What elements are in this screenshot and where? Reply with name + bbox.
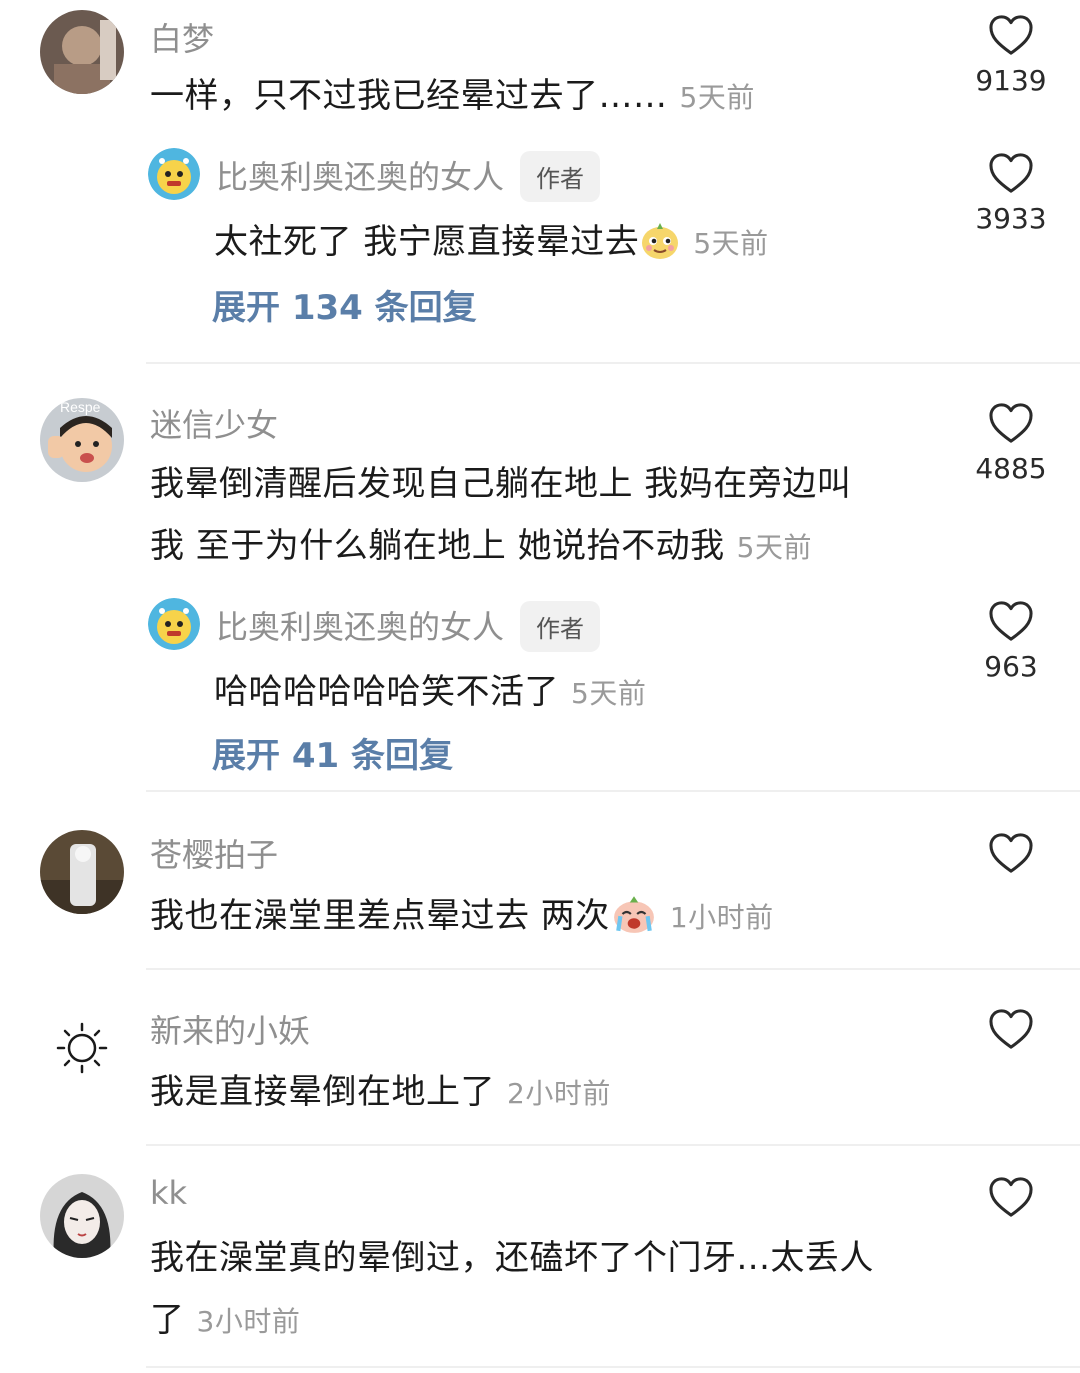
reply-text: 哈哈哈哈哈哈笑不活了 5天前 (214, 664, 646, 713)
heart-outline-icon[interactable] (988, 1176, 1034, 1218)
like-count: 963 (984, 650, 1038, 683)
like-button[interactable] (988, 1008, 1034, 1054)
comment-text: 我是直接晕倒在地上了 2小时前 (150, 1064, 611, 1113)
comment-time: 5天前 (736, 531, 812, 564)
comment-time: 5天前 (679, 81, 755, 114)
smug-face-emoji (642, 223, 679, 259)
reply-username-text[interactable]: 比奥利奥还奥的女人 (216, 608, 504, 646)
comment-body: 我也在澡堂里差点晕过去 两次 (150, 896, 610, 936)
divider (146, 790, 1080, 792)
heart-outline-icon[interactable] (988, 832, 1034, 874)
comment-body-line1: 我在澡堂真的晕倒过，还磕坏了个门牙...太丢人 (150, 1238, 874, 1278)
reply-username: 比奥利奥还奥的女人 作者 (216, 600, 601, 655)
comment-body-line2: 了 (150, 1300, 185, 1340)
sun-icon (56, 1022, 108, 1074)
comment-username[interactable]: 新来的小妖 (150, 1006, 310, 1052)
like-button[interactable] (988, 600, 1034, 646)
heart-outline-icon[interactable] (988, 1008, 1034, 1050)
like-count: 3933 (975, 202, 1047, 235)
avatar[interactable] (40, 830, 124, 914)
comment-time: 2小时前 (507, 1077, 611, 1110)
expand-replies-button[interactable]: 展开 41 条回复 (212, 728, 453, 777)
crying-face-emoji (613, 896, 654, 933)
comment-body-line1: 我晕倒清醒后发现自己躺在地上 我妈在旁边叫 (150, 464, 852, 504)
like-button[interactable] (988, 152, 1034, 198)
divider (146, 362, 1080, 364)
comment-text: 了 3小时前 (150, 1292, 300, 1341)
avatar[interactable]: Respe (40, 398, 124, 482)
divider (146, 1366, 1080, 1368)
like-button[interactable] (988, 1176, 1034, 1222)
divider (146, 968, 1080, 970)
comment-time: 3小时前 (196, 1305, 301, 1338)
reply-avatar[interactable] (148, 148, 200, 200)
heart-outline-icon[interactable] (988, 402, 1034, 444)
avatar-text: Respe (60, 399, 101, 415)
divider (146, 1144, 1080, 1146)
reply-username-text[interactable]: 比奥利奥还奥的女人 (216, 158, 504, 196)
comment-text: 我 至于为什么躺在地上 她说抬不动我 5天前 (150, 518, 812, 567)
reply-time: 5天前 (571, 677, 647, 710)
like-button[interactable] (988, 14, 1034, 60)
comment-text: 我也在澡堂里差点晕过去 两次 1小时前 (150, 888, 774, 937)
avatar[interactable] (40, 1006, 124, 1090)
reply-avatar[interactable] (148, 598, 200, 650)
comment-body-line2: 我 至于为什么躺在地上 她说抬不动我 (150, 526, 725, 566)
reply-time: 5天前 (693, 227, 769, 260)
avatar[interactable] (40, 1174, 124, 1258)
avatar[interactable] (40, 10, 124, 94)
comment-body: 一样，只不过我已经晕过去了…… (150, 76, 668, 116)
comment-username[interactable]: 白梦 (150, 14, 214, 60)
heart-outline-icon[interactable] (988, 14, 1034, 56)
author-badge: 作者 (520, 150, 601, 202)
comment-time: 1小时前 (669, 901, 774, 934)
heart-outline-icon[interactable] (988, 152, 1034, 194)
comment-username[interactable]: kk (150, 1174, 187, 1212)
reply-body: 哈哈哈哈哈哈笑不活了 (214, 672, 559, 712)
like-button[interactable] (988, 832, 1034, 878)
author-badge: 作者 (520, 600, 601, 652)
heart-outline-icon[interactable] (988, 600, 1034, 642)
comment-body: 我是直接晕倒在地上了 (150, 1072, 495, 1112)
reply-text: 太社死了 我宁愿直接晕过去 5天前 (214, 214, 769, 263)
comment-username[interactable]: 苍樱拍子 (150, 830, 278, 876)
expand-replies-button[interactable]: 展开 134 条回复 (212, 280, 477, 329)
comment-username[interactable]: 迷信少女 (150, 400, 278, 446)
like-button[interactable] (988, 402, 1034, 448)
like-count: 9139 (975, 64, 1047, 97)
reply-body: 太社死了 我宁愿直接晕过去 (214, 222, 640, 262)
reply-username: 比奥利奥还奥的女人 作者 (216, 150, 601, 205)
comment-text: 一样，只不过我已经晕过去了…… 5天前 (150, 68, 755, 117)
like-count: 4885 (975, 452, 1047, 485)
